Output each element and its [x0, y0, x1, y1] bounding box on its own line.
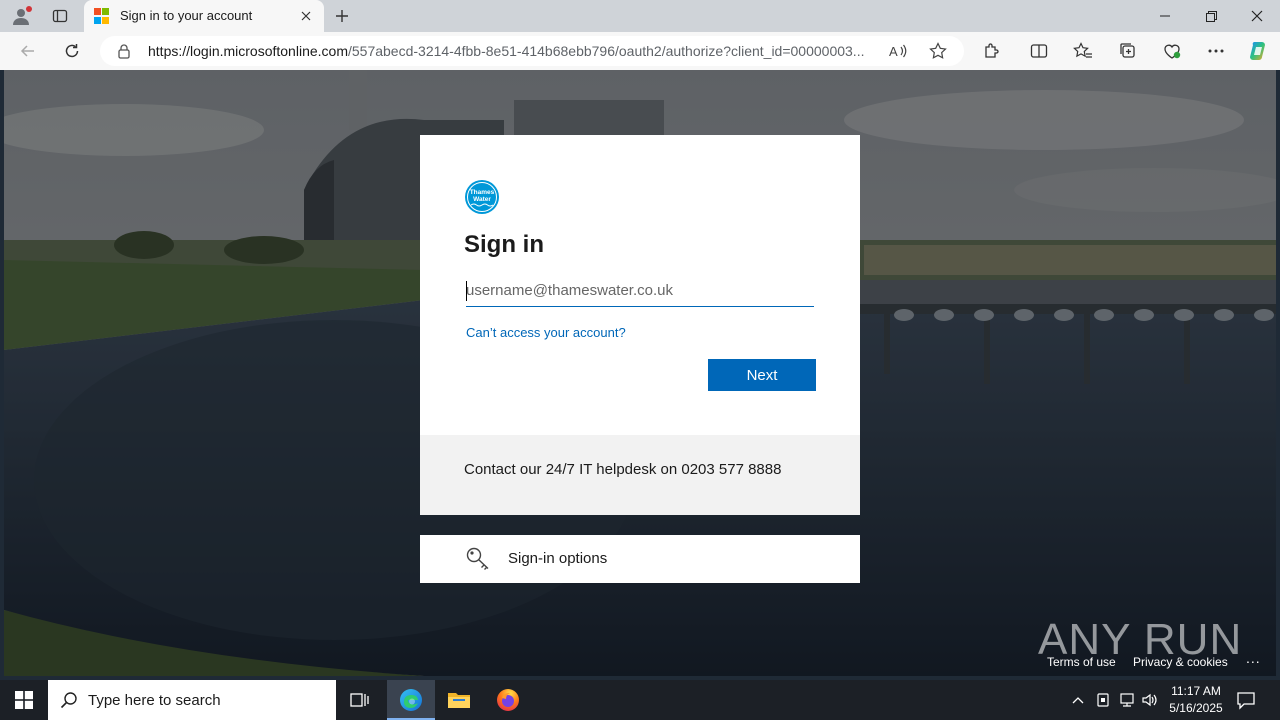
- login-page: Thames Water Sign in Can’t access your a…: [4, 70, 1276, 676]
- search-placeholder: Type here to search: [88, 692, 221, 709]
- file-explorer-icon[interactable]: [435, 680, 483, 720]
- microsoft-logo-icon: [94, 8, 110, 24]
- url-text[interactable]: https://login.microsoftonline.com/557abe…: [148, 43, 883, 59]
- read-aloud-icon[interactable]: A: [888, 41, 908, 61]
- favorite-star-icon[interactable]: [928, 41, 948, 61]
- search-icon: [60, 692, 77, 709]
- signin-options-label: Sign-in options: [508, 550, 608, 567]
- text-caret: [466, 281, 467, 301]
- svg-text:Water: Water: [473, 196, 491, 203]
- network-icon[interactable]: [1117, 690, 1137, 710]
- system-clock[interactable]: 11:17 AM 5/16/2025: [1160, 683, 1232, 717]
- taskbar: Type here to search 11:17 AM 5/16/2025: [0, 680, 1280, 720]
- email-field[interactable]: [466, 275, 814, 307]
- address-bar-row: https://login.microsoftonline.com/557abe…: [0, 32, 1280, 70]
- favorites-icon[interactable]: [1073, 41, 1093, 61]
- signin-form: Thames Water Sign in Can’t access your a…: [420, 135, 860, 435]
- active-tab[interactable]: Sign in to your account: [84, 0, 324, 32]
- browser-essentials-icon[interactable]: [1162, 41, 1182, 61]
- refresh-icon[interactable]: [60, 39, 84, 63]
- task-view-icon[interactable]: [336, 680, 384, 720]
- svg-text:A: A: [889, 44, 898, 59]
- page-title: Sign in: [464, 231, 544, 258]
- show-hidden-icons-icon[interactable]: [1068, 690, 1088, 710]
- edge-icon[interactable]: [387, 680, 435, 720]
- signin-options-button[interactable]: Sign-in options: [420, 535, 860, 583]
- tab-title: Sign in to your account: [120, 8, 253, 23]
- next-button[interactable]: Next: [708, 359, 816, 391]
- windows-start-icon[interactable]: [0, 680, 48, 720]
- helpdesk-text: Contact our 24/7 IT helpdesk on 0203 577…: [464, 461, 782, 478]
- firefox-icon[interactable]: [484, 680, 532, 720]
- clock-date: 5/16/2025: [1169, 701, 1223, 715]
- tab-actions-icon[interactable]: [48, 4, 72, 28]
- minimize-icon[interactable]: [1142, 0, 1188, 32]
- cant-access-link[interactable]: Can’t access your account?: [466, 325, 626, 340]
- notifications-icon[interactable]: [1236, 690, 1256, 710]
- helpdesk-banner: Contact our 24/7 IT helpdesk on 0203 577…: [420, 435, 860, 515]
- taskbar-search[interactable]: Type here to search: [48, 680, 336, 720]
- signin-card: Thames Water Sign in Can’t access your a…: [420, 135, 860, 515]
- new-tab-icon[interactable]: [330, 4, 354, 28]
- close-window-icon[interactable]: [1234, 0, 1280, 32]
- split-screen-icon[interactable]: [1029, 41, 1049, 61]
- terms-link[interactable]: Terms of use: [1047, 655, 1116, 669]
- key-icon: [466, 547, 489, 570]
- footer-more-button[interactable]: ...: [1246, 650, 1261, 666]
- close-tab-icon[interactable]: [296, 6, 316, 26]
- thames-water-logo: Thames Water: [465, 180, 499, 214]
- url-field[interactable]: https://login.microsoftonline.com/557abe…: [100, 36, 964, 66]
- lock-icon[interactable]: [116, 43, 132, 59]
- volume-icon[interactable]: [1140, 690, 1160, 710]
- extensions-icon[interactable]: [981, 41, 1001, 61]
- restore-icon[interactable]: [1188, 0, 1234, 32]
- security-tray-icon[interactable]: [1093, 690, 1113, 710]
- clock-time: 11:17 AM: [1171, 684, 1221, 698]
- profile-icon[interactable]: [9, 4, 33, 28]
- collections-icon[interactable]: [1118, 41, 1138, 61]
- more-icon[interactable]: [1206, 41, 1226, 61]
- copilot-icon[interactable]: [1247, 39, 1271, 63]
- back-icon[interactable]: [16, 39, 40, 63]
- tab-strip: Sign in to your account: [0, 0, 1280, 32]
- privacy-link[interactable]: Privacy & cookies: [1133, 655, 1228, 669]
- svg-text:Thames: Thames: [470, 189, 495, 196]
